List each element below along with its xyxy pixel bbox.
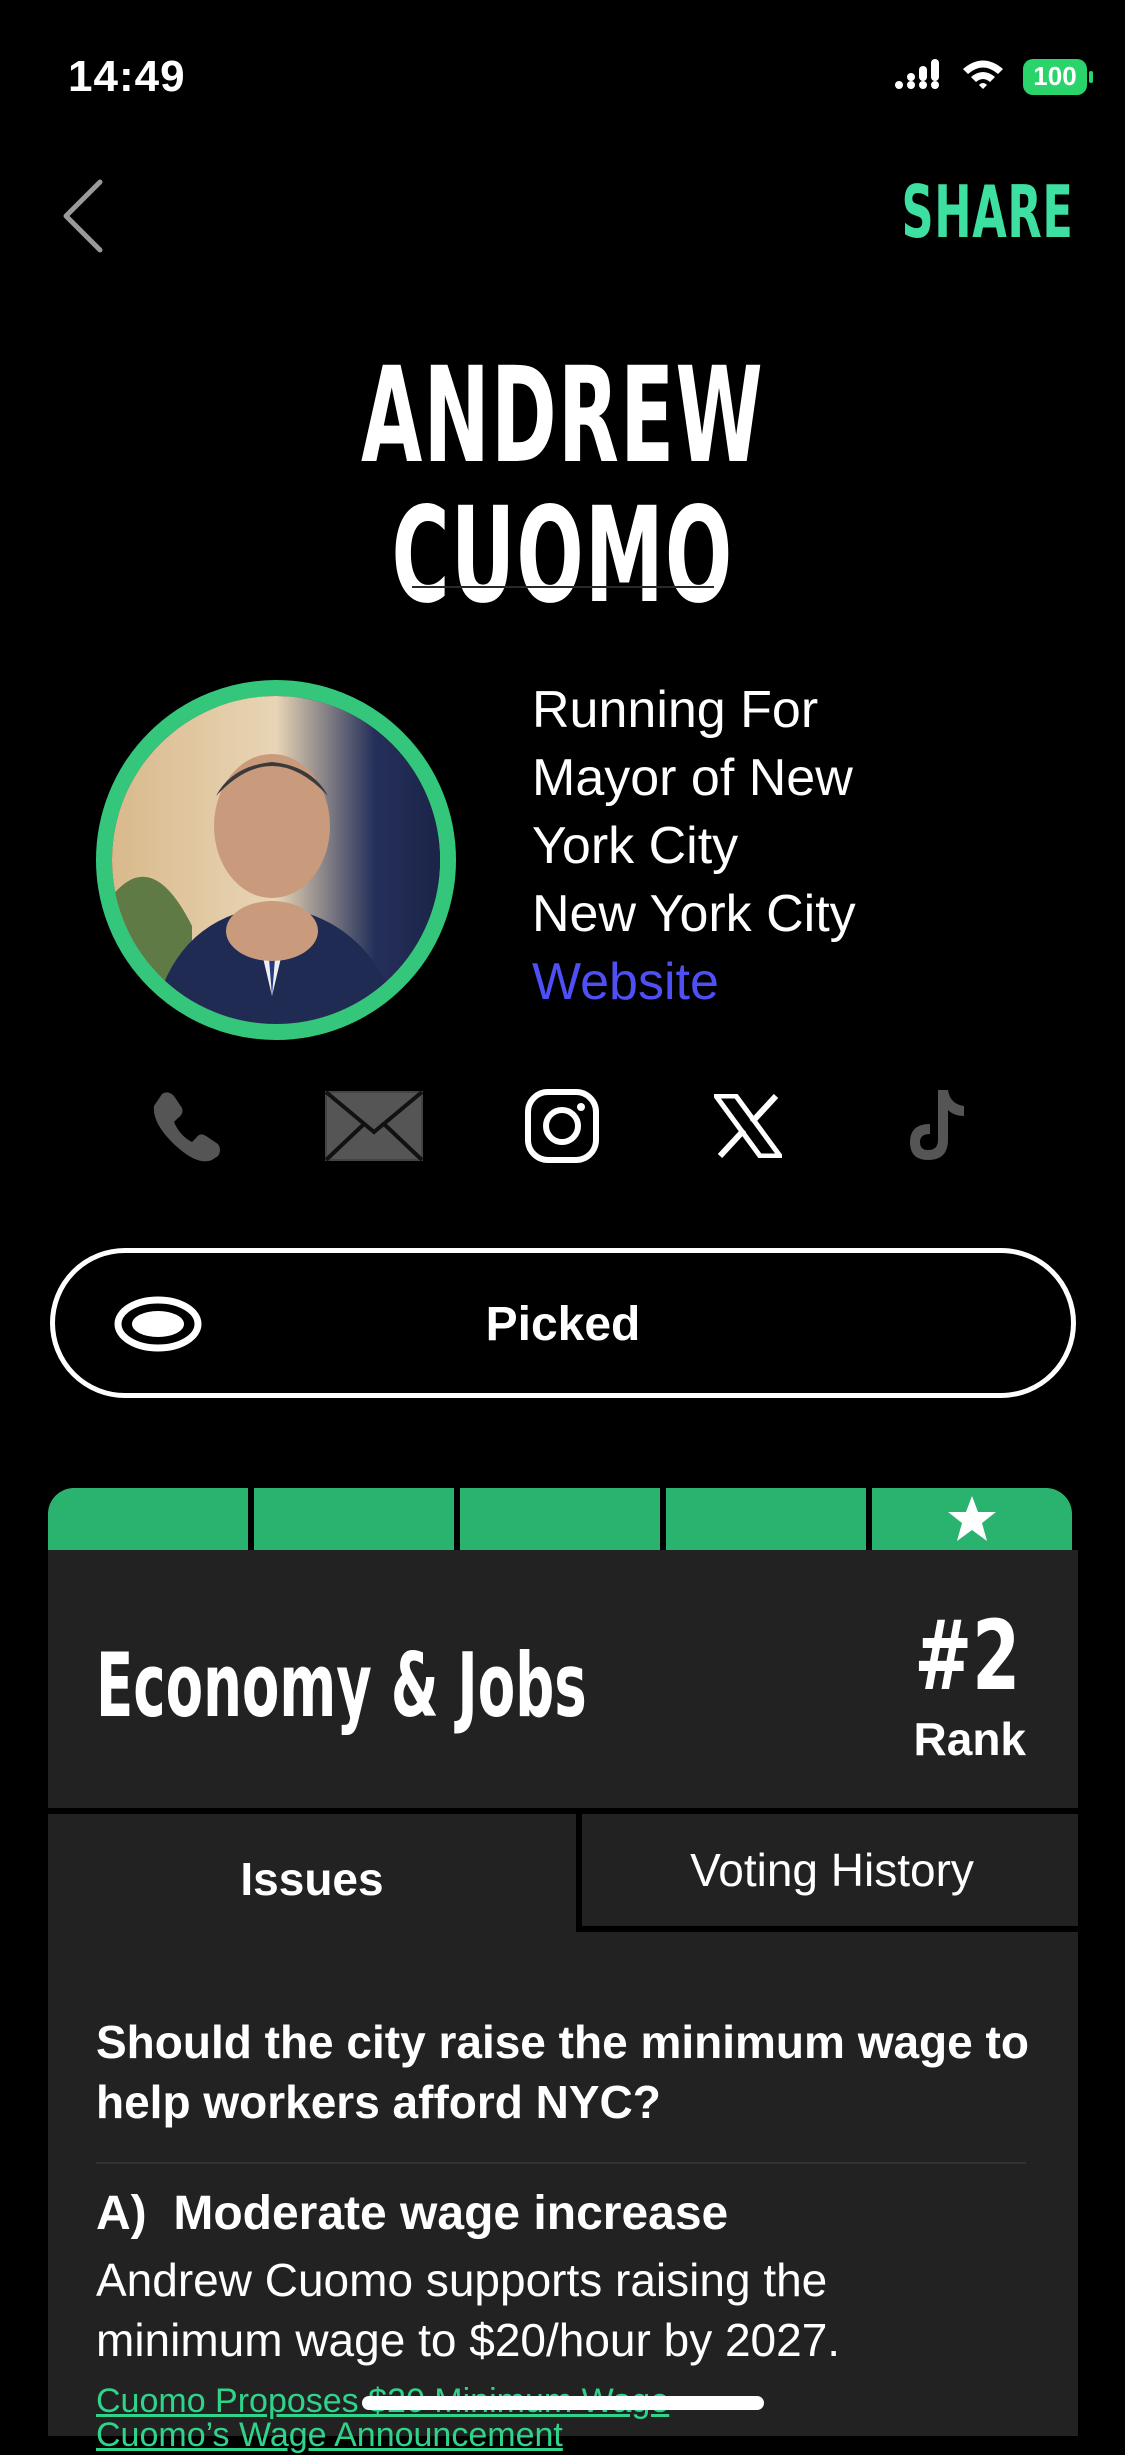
social-links — [0, 1080, 1125, 1172]
rating-segment — [666, 1488, 866, 1550]
answer-title: Moderate wage increase — [173, 2187, 729, 2240]
wifi-icon — [961, 58, 1005, 95]
rank-number: #2 — [913, 1600, 1020, 1712]
mail-icon[interactable] — [324, 1080, 424, 1172]
status-bar: 14:49 100 — [0, 0, 1125, 160]
candidate-name: ANDREW CUOMO — [361, 339, 764, 633]
answer-letter: A) — [96, 2187, 147, 2240]
share-button[interactable]: SHARE — [901, 170, 1073, 254]
divider — [412, 586, 714, 588]
issue-card: Economy & Jobs #2 Rank Issues Voting His… — [48, 1550, 1088, 2454]
tab-voting-history[interactable]: Voting History — [576, 1808, 1088, 1932]
answer-heading: A) Moderate wage increase — [96, 2186, 728, 2241]
answer-text: Andrew Cuomo supports raising the minimu… — [96, 2254, 841, 2366]
chevron-left-icon — [63, 179, 103, 253]
tab-issues[interactable]: Issues — [48, 1814, 576, 1934]
rating-segment-star — [872, 1488, 1072, 1550]
rank-label: Rank — [913, 1713, 1026, 1765]
status-icons: 100 — [895, 58, 1093, 95]
running-for-line-2: Mayor of New — [532, 749, 853, 807]
signal-icon — [895, 59, 943, 94]
rating-bar — [48, 1488, 1072, 1550]
candidate-info: Running For Mayor of New York City New Y… — [532, 676, 952, 1016]
tiktok-icon[interactable] — [886, 1080, 986, 1172]
status-time: 14:49 — [68, 52, 186, 101]
rating-segment — [254, 1488, 454, 1550]
instagram-icon[interactable] — [512, 1080, 612, 1172]
question-divider — [96, 2162, 1026, 2164]
candidate-location: New York City — [532, 885, 856, 943]
home-indicator — [362, 2396, 764, 2410]
issue-question: Should the city raise the minimum wage t… — [96, 2016, 1029, 2128]
running-for-line-1: Running For — [532, 681, 819, 739]
website-link[interactable]: Website — [532, 948, 952, 1016]
rating-segment — [460, 1488, 660, 1550]
issue-title: Economy & Jobs — [96, 1634, 587, 1737]
rating-segment — [48, 1488, 248, 1550]
picked-button[interactable]: Picked — [50, 1248, 1076, 1398]
battery-icon: 100 — [1023, 58, 1093, 95]
picked-label: Picked — [485, 1298, 641, 1351]
x-icon[interactable] — [698, 1080, 798, 1172]
running-for-line-3: York City — [532, 817, 739, 875]
back-button[interactable] — [58, 176, 118, 256]
star-icon — [948, 1496, 996, 1541]
phone-icon[interactable] — [136, 1080, 236, 1172]
avatar — [96, 680, 456, 1040]
